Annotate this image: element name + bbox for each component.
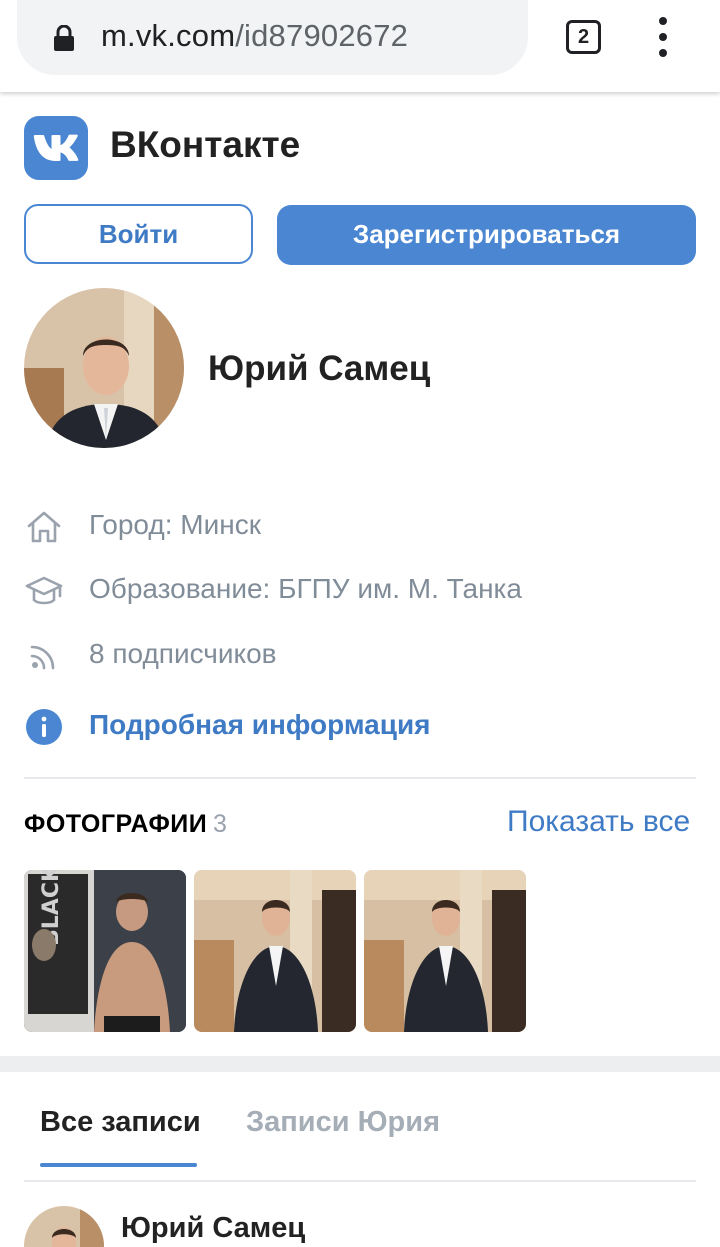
education-icon xyxy=(25,576,63,605)
brand-title: ВКонтакте xyxy=(110,124,301,165)
login-button[interactable]: Войти xyxy=(24,204,253,264)
divider xyxy=(24,1180,696,1182)
tab-switcher-button[interactable]: 2 xyxy=(566,20,601,54)
tab-owner-posts[interactable]: Записи Юрия xyxy=(246,1106,440,1139)
browser-toolbar: m.vk.com/id87902672 2 xyxy=(0,0,720,92)
info-city-text: Город: Минск xyxy=(89,509,261,540)
section-separator xyxy=(0,1056,720,1072)
info-followers-text: 8 подписчиков xyxy=(89,638,277,669)
profile-avatar[interactable] xyxy=(24,288,184,448)
post-author-avatar[interactable] xyxy=(24,1206,104,1247)
more-info-label: Подробная информация xyxy=(89,709,431,740)
photos-count: 3 xyxy=(213,810,227,838)
vk-logo[interactable] xyxy=(24,116,88,180)
tab-all-posts[interactable]: Все записи xyxy=(40,1106,201,1139)
url-path: /id87902672 xyxy=(235,18,409,53)
rss-icon xyxy=(30,645,55,670)
info-education: Образование: БГПУ им. М. Танка xyxy=(24,571,696,611)
vk-logo-mark xyxy=(33,134,79,161)
info-icon xyxy=(26,709,62,745)
register-button[interactable]: Зарегистрироваться xyxy=(277,205,696,265)
divider xyxy=(24,777,696,779)
lock-icon xyxy=(54,25,74,51)
active-tab-indicator xyxy=(40,1163,197,1167)
address-bar[interactable]: m.vk.com/id87902672 xyxy=(17,0,528,75)
profile-name: Юрий Самец xyxy=(208,349,431,388)
info-city: Город: Минск xyxy=(24,507,696,547)
more-info-link[interactable]: Подробная информация xyxy=(24,707,696,747)
more-menu-icon[interactable] xyxy=(654,17,672,57)
show-all-photos-link[interactable]: Показать все xyxy=(507,805,690,839)
photo-thumbnail[interactable] xyxy=(194,870,356,1032)
photo-thumbnail[interactable] xyxy=(364,870,526,1032)
info-followers[interactable]: 8 подписчиков xyxy=(24,636,696,676)
home-icon xyxy=(27,511,61,543)
photo-thumbnail[interactable]: BLACK xyxy=(24,870,186,1032)
url-host: m.vk.com xyxy=(101,18,236,53)
photos-title: ФОТОГРАФИИ xyxy=(24,810,208,838)
info-education-text: Образование: БГПУ им. М. Танка xyxy=(89,573,522,604)
post-author-name[interactable]: Юрий Самец xyxy=(121,1212,305,1245)
url-text: m.vk.com/id87902672 xyxy=(101,18,408,54)
